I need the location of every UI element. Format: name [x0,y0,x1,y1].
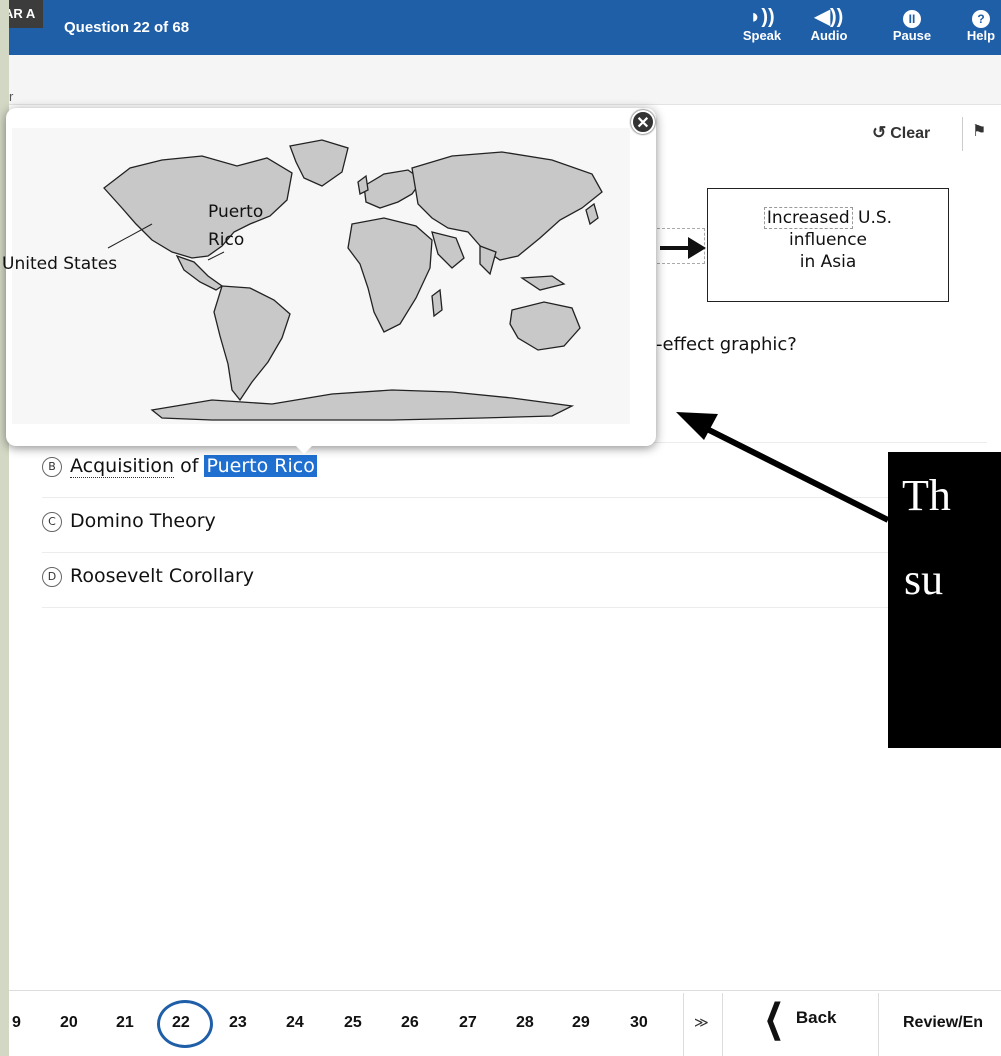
test-page: AR A Question 22 of 68 ◗)) Speak ◀)) Aud… [0,0,1001,1056]
help-icon: ? [972,10,990,28]
highlighted-term[interactable]: Puerto Rico [204,455,317,477]
cause-effect-arrow-icon [660,237,706,259]
help-button[interactable]: ? Help [955,4,1001,43]
question-number[interactable]: 25 [344,1014,362,1032]
effect-box: Increased U.S. influence in Asia [707,188,949,302]
question-number[interactable]: 26 [401,1014,419,1032]
option-text: Domino Theory [70,510,216,532]
glossary-term[interactable]: Acquisition [70,455,175,478]
effect-line3: in Asia [799,252,857,272]
map-label-united-states: United States [2,254,118,274]
annotation-line1: Th [902,471,951,520]
question-text: -effect graphic? [656,334,797,355]
pause-button[interactable]: II Pause [886,4,938,43]
top-toolbar: AR A Question 22 of 68 ◗)) Speak ◀)) Aud… [0,0,1001,55]
help-label: Help [966,28,996,43]
question-number[interactable]: 28 [516,1014,534,1032]
clear-button[interactable]: ↺ Clear [872,123,930,143]
pause-label: Pause [892,28,932,43]
option-letter: C [42,512,62,532]
undo-icon: ↺ [872,123,887,142]
next-page-icon[interactable]: ≫ [694,1014,709,1031]
back-label: Back [795,1008,837,1027]
audio-label: Audio [810,28,848,43]
world-map-image [103,139,603,421]
review-end-button[interactable]: Review/En [903,1014,983,1032]
back-button[interactable]: ❮ Back [758,1000,836,1038]
popup-pointer [294,444,314,454]
option-letter: D [42,567,62,587]
question-number[interactable]: 30 [630,1014,648,1032]
question-number[interactable]: 20 [60,1014,78,1032]
option-text: of [174,455,205,477]
annotation-line2: su [904,555,944,604]
map-label-rico: Rico [208,230,245,250]
pause-icon: II [903,10,921,28]
chevron-left-icon: ❮ [764,998,784,1040]
answer-option-c[interactable]: C Domino Theory [42,498,987,553]
answer-option-b[interactable]: B Acquisition of Puerto Rico [42,443,987,498]
speak-button[interactable]: ◗)) Speak [736,4,788,43]
question-number[interactable]: 9 [12,1014,21,1032]
option-text: Roosevelt Corollary [70,565,255,587]
audio-icon: ◀)) [814,6,844,28]
question-number[interactable]: 29 [572,1014,590,1032]
question-number[interactable]: 27 [459,1014,477,1032]
divider [878,993,879,1056]
effect-line2: influence [788,230,868,250]
sub-toolbar: r [9,55,1001,105]
option-letter: B [42,457,62,477]
world-map [12,128,630,424]
map-label-puerto: Puerto [208,202,264,222]
close-icon[interactable]: ✕ [631,110,655,134]
question-number[interactable]: 23 [229,1014,247,1032]
annotation-box: Th su [888,452,1001,748]
glossary-map-popup: Puerto Rico United States ✕ [2,108,656,454]
divider [683,993,684,1056]
flag-icon[interactable]: ⚑ [972,121,986,141]
divider [722,993,723,1056]
question-number[interactable]: 21 [116,1014,134,1032]
effect-line1: U.S. [852,208,893,228]
effect-highlight: Increased [763,207,853,229]
divider [962,117,963,151]
question-number-current[interactable]: 22 [172,1014,190,1032]
audio-button[interactable]: ◀)) Audio [803,4,855,43]
speak-icon: ◗)) [749,6,775,28]
subbar-label: r [9,89,14,104]
question-counter: Question 22 of 68 [64,19,190,36]
answer-option-d[interactable]: D Roosevelt Corollary [42,553,987,608]
question-number[interactable]: 24 [286,1014,304,1032]
speak-label: Speak [742,28,782,43]
clear-label: Clear [890,125,931,142]
